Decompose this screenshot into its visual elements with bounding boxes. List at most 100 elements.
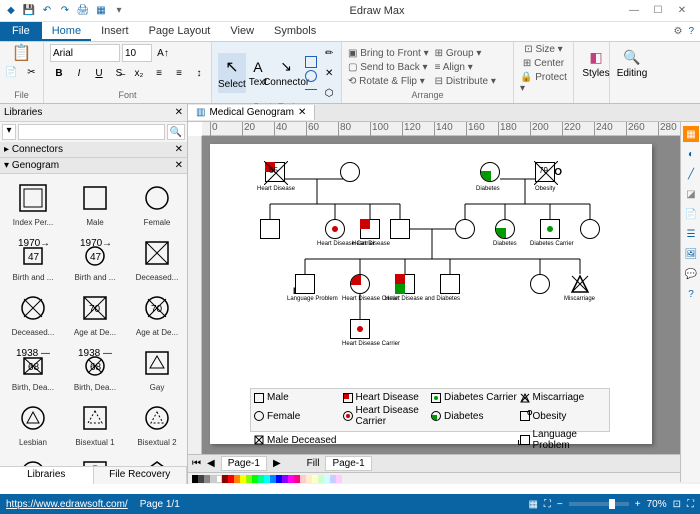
genogram-section[interactable]: ▾ Genogram✕ (0, 158, 187, 174)
shape-birth-2[interactable]: 1970→47Birth and ... (66, 233, 124, 284)
rect-shape-icon[interactable] (305, 56, 317, 68)
cut-icon[interactable]: ✂ (23, 63, 41, 81)
underline-button[interactable]: U (90, 64, 108, 82)
circle-shape-icon[interactable] (305, 70, 317, 82)
page[interactable]: 65Heart Disease Diabetes 79OObesity Hear… (210, 144, 652, 444)
page-tab[interactable]: Page-1 (221, 456, 267, 471)
anchor-icon[interactable]: ⬡ (320, 84, 338, 102)
font-grow-icon[interactable]: A↑ (154, 44, 172, 62)
copy-icon[interactable]: 📄 (3, 63, 21, 81)
rail-layer-icon[interactable]: ☰ (683, 226, 699, 242)
settings-icon[interactable]: ⚙ (673, 26, 682, 37)
file-menu[interactable]: File (0, 22, 42, 41)
rail-image-icon[interactable]: 🖼 (683, 246, 699, 262)
home-menu[interactable]: Home (42, 22, 91, 41)
shape-institution[interactable]: Institution (128, 453, 186, 466)
libraries-tab[interactable]: Libraries (0, 467, 94, 484)
rotate-button[interactable]: ⟲ Rotate & Flip ▾ (348, 76, 429, 87)
group-button[interactable]: ⊞ Group ▾ (435, 48, 496, 59)
rail-help-icon[interactable]: ? (683, 286, 699, 302)
library-dropdown-icon[interactable]: ▾ (2, 124, 16, 140)
page-tab-2[interactable]: Page-1 (325, 456, 371, 471)
bring-front-button[interactable]: ▣ Bring to Front ▾ (348, 48, 429, 59)
editing-button[interactable]: 🔍Editing (616, 44, 648, 84)
size-button[interactable]: ⊡ Size ▾ (524, 44, 562, 55)
canvas[interactable]: 65Heart Disease Diabetes 79OObesity Hear… (202, 136, 700, 454)
rail-shadow-icon[interactable]: ◪ (683, 186, 699, 202)
insert-menu[interactable]: Insert (91, 22, 139, 41)
prev-page-icon[interactable]: ◀ (207, 458, 215, 469)
minimize-icon[interactable]: — (628, 5, 640, 17)
paste-icon[interactable]: 📋 (13, 44, 31, 62)
font-family-select[interactable] (50, 44, 120, 62)
export-icon[interactable]: ▦ (94, 4, 108, 18)
bold-button[interactable]: B (50, 64, 68, 82)
help-icon[interactable]: ? (688, 26, 694, 37)
page-layout-menu[interactable]: Page Layout (139, 22, 221, 41)
view-grid-icon[interactable]: ▦ (528, 499, 537, 510)
styles-button[interactable]: ◧Styles (580, 44, 612, 84)
shape-gay[interactable]: Gay (128, 343, 186, 394)
distribute-button[interactable]: ⊟ Distribute ▾ (435, 76, 496, 87)
shape-deceased-1[interactable]: Deceased... (128, 233, 186, 284)
shape-bisexual-2[interactable]: Bisextual 2 (128, 398, 186, 449)
document-tab[interactable]: ▥ Medical Genogram ✕ (188, 105, 315, 120)
select-tool[interactable]: ↖Select (218, 53, 246, 93)
shape-birth-death-2[interactable]: 1938 — 200668Birth, Dea... (66, 343, 124, 394)
close-icon[interactable]: ✕ (676, 5, 688, 17)
connectors-section[interactable]: ▸ Connectors✕ (0, 142, 187, 158)
view-menu[interactable]: View (220, 22, 264, 41)
zoom-out-icon[interactable]: − (557, 499, 563, 510)
color-bar[interactable] (188, 472, 700, 484)
shape-male[interactable]: Male (66, 178, 124, 229)
first-page-icon[interactable]: ⏮ (192, 458, 201, 469)
symbols-menu[interactable]: Symbols (264, 22, 326, 41)
rail-page-icon[interactable]: 📄 (683, 206, 699, 222)
add-page-icon[interactable]: ▶ (273, 458, 281, 469)
shape-birth-1[interactable]: 1970→47Birth and ... (4, 233, 62, 284)
shape-age-death-1[interactable]: 70Age at De... (66, 288, 124, 339)
connector-tool[interactable]: ↘Connector (270, 53, 302, 93)
rail-fill-icon[interactable]: ◐ (683, 146, 699, 162)
rail-line-icon[interactable]: ╱ (683, 166, 699, 182)
search-input[interactable] (18, 124, 165, 140)
protect-button[interactable]: 🔒 Protect ▾ (520, 72, 567, 94)
qat-dropdown-icon[interactable]: ▾ (112, 4, 126, 18)
view-full-icon[interactable]: ⛶ (544, 499, 551, 510)
shape-lesbian[interactable]: Lesbian (4, 398, 62, 449)
rail-comment-icon[interactable]: 💬 (683, 266, 699, 282)
rail-format-icon[interactable]: ▦ (683, 126, 699, 142)
shape-birth-death-1[interactable]: 1938 — 200668Birth, Dea... (4, 343, 62, 394)
fullscreen-icon[interactable]: ⛶ (687, 499, 694, 510)
crop-icon[interactable]: ✕ (320, 64, 338, 82)
zoom-fit-icon[interactable]: ⊡ (673, 499, 681, 510)
italic-button[interactable]: I (70, 64, 88, 82)
status-url[interactable]: https://www.edrawsoft.com/ (6, 499, 128, 510)
search-button[interactable]: 🔍 (167, 124, 185, 140)
send-back-button[interactable]: ▢ Send to Back ▾ (348, 62, 429, 73)
pencil-icon[interactable]: ✏ (320, 44, 338, 62)
zoom-in-icon[interactable]: + (635, 499, 641, 510)
align-icon[interactable]: ≡ (170, 64, 188, 82)
strike-icon[interactable]: S̶ (110, 64, 128, 82)
subscript-icon[interactable]: x₂ (130, 64, 148, 82)
maximize-icon[interactable]: ☐ (652, 5, 664, 17)
center-button[interactable]: ⊞ Center (523, 58, 564, 69)
shape-deceased-2[interactable]: Deceased... (4, 288, 62, 339)
close-panel-icon[interactable]: ✕ (175, 107, 183, 118)
print-icon[interactable]: 🖨 (76, 4, 90, 18)
zoom-slider[interactable] (569, 502, 629, 506)
shape-transgen-2[interactable]: Transgen... (66, 453, 124, 466)
shape-index-person[interactable]: Index Per... (4, 178, 62, 229)
undo-icon[interactable]: ↶ (40, 4, 54, 18)
shape-bisexual-1[interactable]: Bisextual 1 (66, 398, 124, 449)
bullets-icon[interactable]: ≡ (150, 64, 168, 82)
app-icon[interactable]: ◆ (4, 4, 18, 18)
spacing-icon[interactable]: ↕ (190, 64, 208, 82)
font-size-select[interactable] (122, 44, 152, 62)
line-shape-icon[interactable] (305, 89, 317, 91)
close-doc-icon[interactable]: ✕ (298, 107, 306, 118)
save-icon[interactable]: 💾 (22, 4, 36, 18)
align-button[interactable]: ≡ Align ▾ (435, 62, 496, 73)
shape-age-death-2[interactable]: 70Age at De... (128, 288, 186, 339)
